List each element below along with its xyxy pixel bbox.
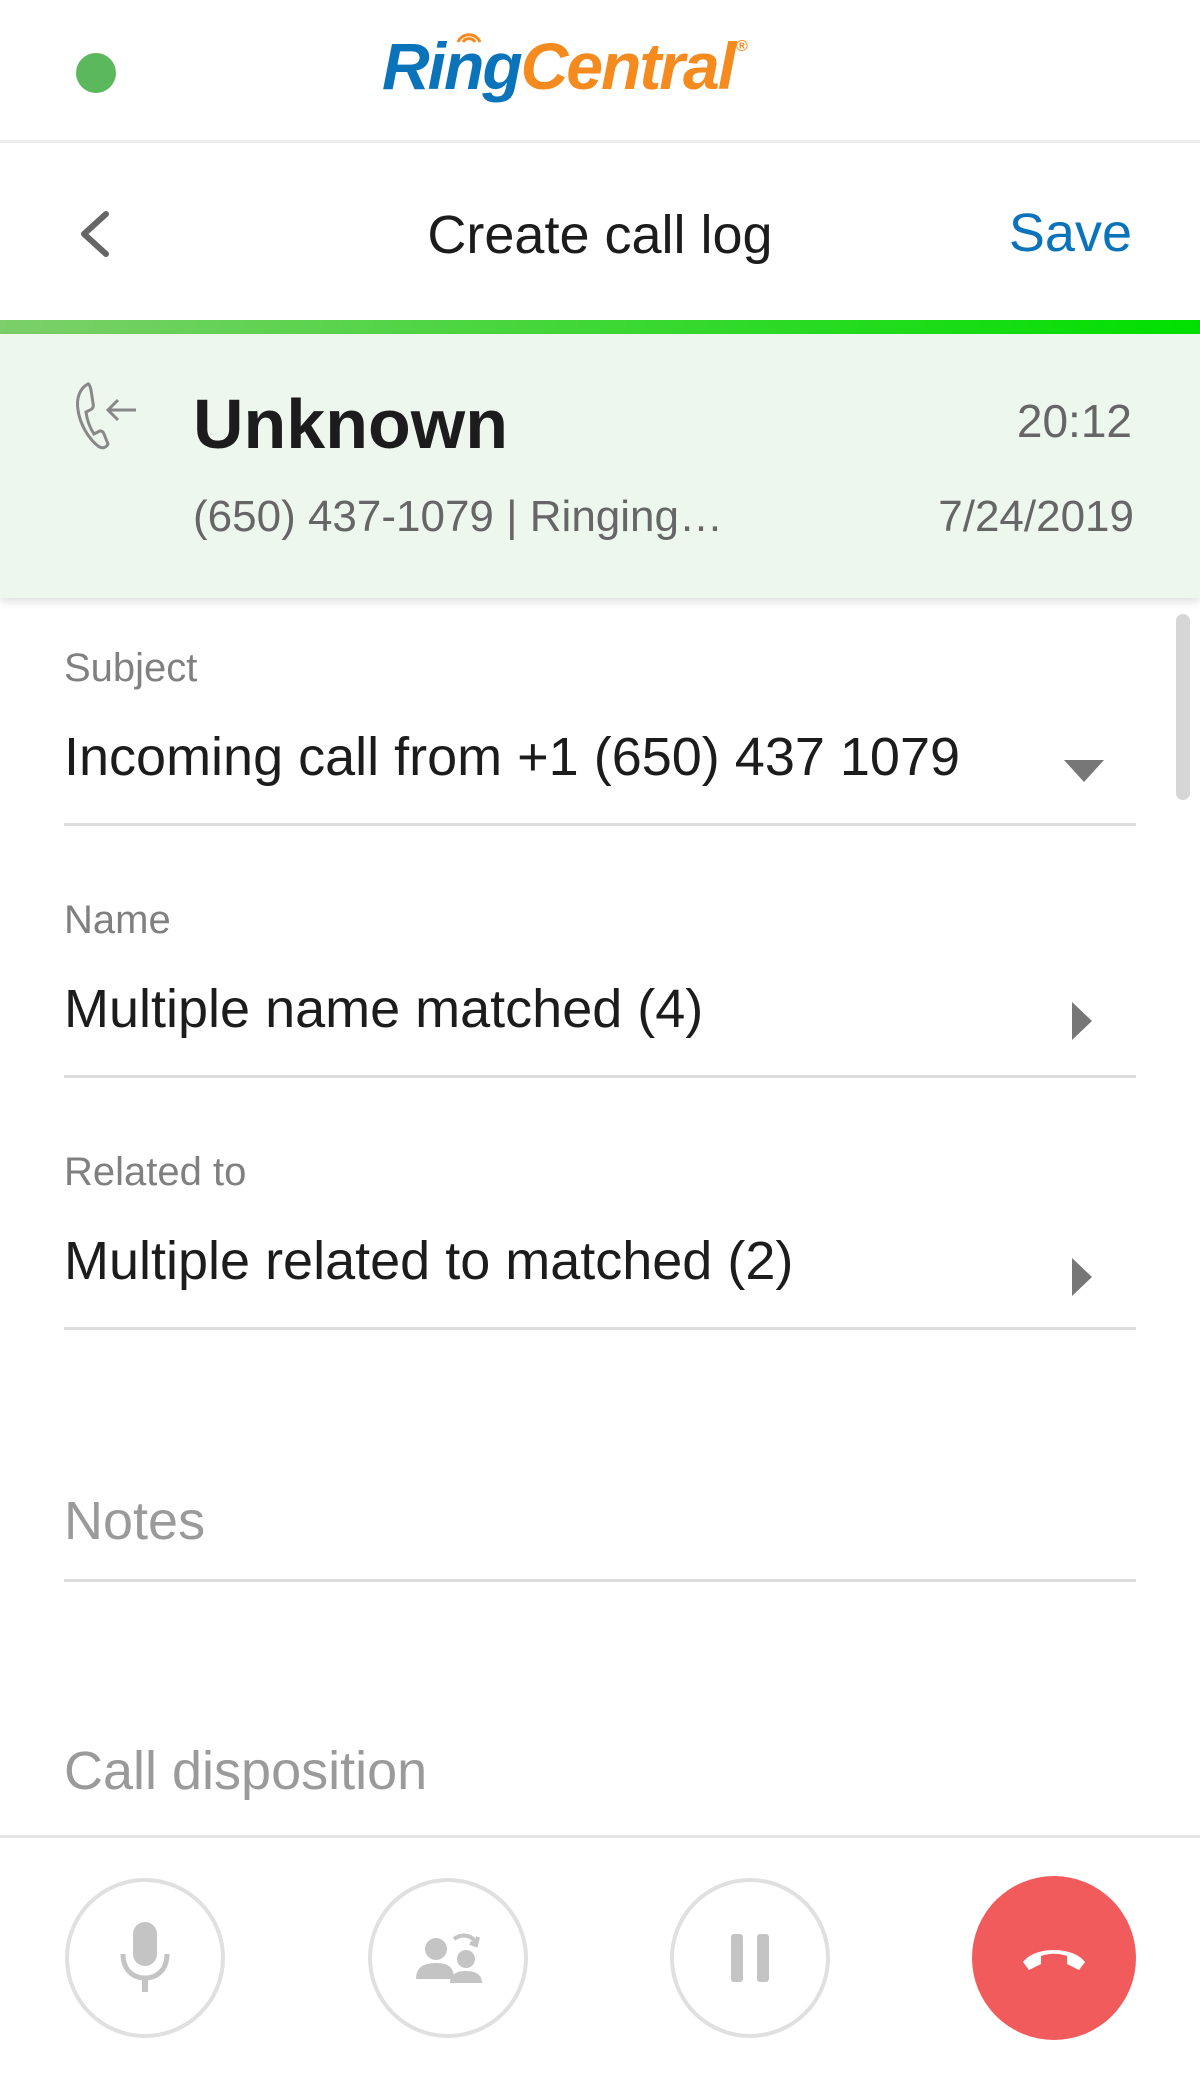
logo-ring-text: Ring	[382, 29, 523, 103]
related-to-field[interactable]: Related to Multiple related to matched (…	[64, 1150, 1136, 1330]
incoming-call-icon	[76, 382, 136, 450]
subject-value[interactable]: Incoming call from +1 (650) 437 1079	[64, 726, 960, 788]
hold-button[interactable]	[670, 1878, 830, 2038]
call-date: 7/24/2019	[938, 492, 1134, 541]
transfer-icon	[416, 1933, 482, 1983]
pause-icon	[731, 1934, 769, 1982]
notes-field[interactable]: Notes	[64, 1490, 1136, 1582]
microphone-icon	[120, 1922, 170, 1992]
call-time: 20:12	[1016, 395, 1132, 447]
call-progress-fill	[0, 320, 1200, 334]
mute-button[interactable]	[65, 1878, 225, 2038]
save-button[interactable]: Save	[1009, 202, 1132, 264]
status-indicator	[76, 53, 116, 93]
name-value[interactable]: Multiple name matched (4)	[64, 978, 703, 1040]
notes-placeholder[interactable]: Notes	[64, 1490, 205, 1552]
caller-number-status: (650) 437-1079 | Ringing…	[193, 492, 723, 541]
logo-central-text: Central	[520, 29, 736, 103]
chevron-right-icon[interactable]	[1072, 1002, 1092, 1040]
call-progress-bar	[0, 320, 1200, 334]
ringcentral-logo: RingCentral ®	[382, 28, 748, 104]
call-controls	[0, 1835, 1200, 2080]
call-disposition-field[interactable]: Call disposition	[64, 1740, 1136, 1835]
name-field[interactable]: Name Multiple name matched (4)	[64, 898, 1136, 1078]
related-to-value[interactable]: Multiple related to matched (2)	[64, 1230, 793, 1292]
chevron-down-icon[interactable]	[1064, 760, 1104, 782]
subject-label: Subject	[64, 646, 198, 690]
signal-icon	[456, 33, 482, 43]
subject-field[interactable]: Subject Incoming call from +1 (650) 437 …	[64, 646, 1136, 826]
transfer-button[interactable]	[368, 1878, 528, 2038]
hang-up-button[interactable]	[972, 1876, 1136, 2040]
call-log-form[interactable]: Subject Incoming call from +1 (650) 437 …	[0, 600, 1200, 1835]
active-call-card: Unknown 20:12 (650) 437-1079 | Ringing… …	[0, 334, 1200, 598]
related-to-label: Related to	[64, 1150, 247, 1194]
chevron-right-icon[interactable]	[1072, 1258, 1092, 1296]
call-disposition-placeholder[interactable]: Call disposition	[64, 1740, 427, 1802]
hang-up-icon	[1023, 1950, 1085, 1970]
form-scrollbar[interactable]	[1176, 614, 1190, 800]
logo-registered-mark: ®	[736, 38, 748, 55]
caller-name: Unknown	[193, 385, 508, 463]
page-header: Create call log Save	[0, 146, 1200, 320]
name-label: Name	[64, 898, 171, 942]
top-bar: RingCentral ®	[0, 0, 1200, 143]
